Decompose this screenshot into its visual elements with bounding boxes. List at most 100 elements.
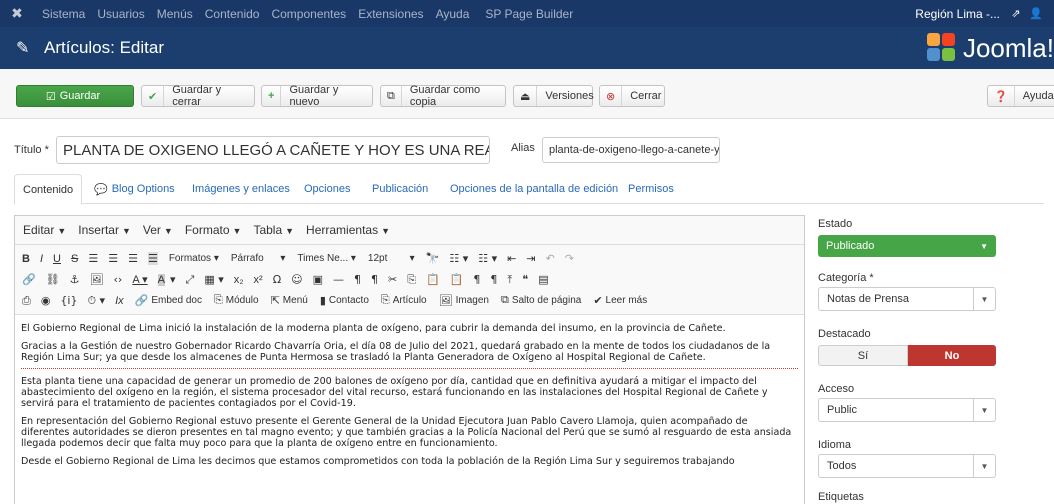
readmore-button[interactable]: ✔ Leer más bbox=[593, 294, 647, 307]
editor-menu-insertar[interactable]: Insertar ▼ bbox=[78, 223, 131, 237]
menu-button[interactable]: ⇱ Menú bbox=[271, 294, 308, 307]
text-color-icon[interactable]: A ▾ bbox=[132, 273, 147, 286]
blockquote-icon[interactable]: ❝ bbox=[522, 273, 528, 286]
editor-menu-editar[interactable]: Editar ▼ bbox=[23, 223, 66, 237]
align-justify-icon[interactable]: ☰ bbox=[147, 252, 158, 265]
idioma-select[interactable]: Todos ▼ bbox=[818, 454, 996, 478]
chevron-down-icon: ▼ bbox=[973, 288, 995, 310]
save-copy-button[interactable]: ⧉ Guardar como copia bbox=[380, 84, 506, 108]
cut-icon[interactable]: ✂ bbox=[388, 273, 397, 286]
copy-icon[interactable]: ⎘ bbox=[407, 273, 416, 287]
menu-usuarios[interactable]: Usuarios bbox=[97, 7, 144, 21]
print-icon[interactable]: ⎙ bbox=[22, 294, 31, 308]
superscript-icon[interactable]: x² bbox=[254, 274, 263, 286]
categoria-select[interactable]: Notas de Prensa ▼ bbox=[818, 287, 996, 311]
paste-icon[interactable]: 📋 bbox=[426, 273, 440, 286]
editor-menu-herramientas[interactable]: Herramientas ▼ bbox=[306, 223, 390, 237]
block-format-dropdown[interactable]: Párrafo ▾ bbox=[231, 253, 286, 264]
image-icon[interactable]: 🖼 bbox=[90, 273, 104, 286]
paste-text-icon[interactable]: 📋 bbox=[450, 273, 464, 286]
tab-publicacion[interactable]: Publicación bbox=[364, 174, 436, 204]
redo-icon[interactable]: ↷ bbox=[565, 252, 574, 265]
template-icon[interactable]: ▤ bbox=[538, 273, 548, 286]
editor-menu-ver[interactable]: Ver ▼ bbox=[143, 223, 173, 237]
menu-extensiones[interactable]: Extensiones bbox=[358, 7, 423, 21]
italic-icon[interactable]: I bbox=[40, 253, 43, 265]
numbered-list-icon[interactable]: ☷ ▾ bbox=[478, 252, 497, 265]
hr-icon[interactable]: — bbox=[333, 273, 344, 286]
paragraph-icon[interactable]: ¶ bbox=[473, 273, 480, 286]
help-button[interactable]: ❓ Ayuda bbox=[987, 85, 1054, 107]
save-button[interactable]: ☑ Guardar bbox=[16, 85, 134, 107]
menu-sistema[interactable]: Sistema bbox=[42, 7, 85, 21]
save-new-button[interactable]: + Guardar y nuevo bbox=[261, 84, 373, 108]
destacado-si-option[interactable]: Sí bbox=[818, 345, 908, 366]
bullet-list-icon[interactable]: ☷ ▾ bbox=[449, 252, 468, 265]
tab-permisos[interactable]: Permisos bbox=[620, 174, 682, 204]
user-icon[interactable]: 👤 bbox=[1026, 7, 1046, 20]
versions-button[interactable]: ⏏ Versiones bbox=[513, 85, 594, 107]
image-button[interactable]: 🖼 Imagen bbox=[439, 294, 489, 307]
tab-blog-options[interactable]: 💬 Blog Options bbox=[86, 174, 183, 204]
rtl-icon[interactable]: ¶ bbox=[371, 273, 378, 286]
formats-dropdown[interactable]: Formatos ▾ bbox=[169, 253, 219, 264]
module-button[interactable]: ⎘ Módulo bbox=[214, 294, 259, 307]
ltr-icon[interactable]: ¶ bbox=[354, 273, 361, 286]
editor-menu-tabla[interactable]: Tabla ▼ bbox=[253, 223, 294, 237]
destacado-no-option[interactable]: No bbox=[908, 345, 996, 366]
find-replace-icon[interactable]: 🔭 bbox=[426, 252, 440, 265]
menu-contenido[interactable]: Contenido bbox=[205, 7, 260, 21]
outdent-icon[interactable]: ⇤ bbox=[507, 252, 516, 265]
anchor-icon[interactable]: ⚓ bbox=[70, 273, 80, 286]
close-button[interactable]: ⊗ Cerrar bbox=[599, 85, 665, 107]
align-right-icon[interactable]: ☰ bbox=[128, 252, 138, 265]
align-left-icon[interactable]: ☰ bbox=[88, 252, 98, 265]
special-char-icon[interactable]: Ω bbox=[273, 273, 281, 286]
align-center-icon[interactable]: ☰ bbox=[108, 252, 118, 265]
tab-opciones-pantalla[interactable]: Opciones de la pantalla de edición bbox=[442, 174, 626, 204]
font-size-dropdown[interactable]: 12pt ▾ bbox=[368, 253, 415, 264]
alias-input[interactable]: planta-de-oxigeno-llego-a-canete-y- bbox=[542, 137, 720, 163]
estado-select[interactable]: Publicado ▼ bbox=[818, 235, 996, 257]
editor-content[interactable]: El Gobierno Regional de Lima inició la i… bbox=[15, 315, 804, 482]
strikethrough-icon[interactable]: S bbox=[71, 253, 78, 265]
embed-doc-button[interactable]: 🔗 Embed doc bbox=[135, 294, 202, 307]
emoticon-icon[interactable]: ☺ bbox=[291, 273, 302, 286]
underline-icon[interactable]: U bbox=[53, 253, 61, 265]
table-icon[interactable]: ▦ ▾ bbox=[204, 273, 223, 286]
bold-icon[interactable]: B bbox=[22, 253, 30, 265]
media-icon[interactable]: ▣ bbox=[313, 273, 323, 286]
tab-opciones[interactable]: Opciones bbox=[296, 174, 358, 204]
acceso-select[interactable]: Public ▼ bbox=[818, 398, 996, 422]
external-link-icon[interactable]: ⇗ bbox=[1006, 7, 1026, 20]
article-button[interactable]: ⎘ Artículo bbox=[381, 294, 427, 307]
joomla-logo-icon[interactable]: ✖ bbox=[4, 0, 30, 27]
fullscreen-icon[interactable]: ⤢ bbox=[186, 273, 195, 287]
show-blocks-icon[interactable]: ¶ bbox=[490, 273, 497, 286]
contact-button[interactable]: ▮ Contacto bbox=[320, 294, 369, 307]
code-icon[interactable]: ‹› bbox=[114, 273, 123, 286]
undo-icon[interactable]: ↶ bbox=[546, 252, 555, 265]
menu-sp-page-builder[interactable]: SP Page Builder bbox=[485, 7, 573, 21]
code-sample-icon[interactable]: {i} bbox=[60, 294, 77, 307]
menu-menus[interactable]: Menús bbox=[157, 7, 193, 21]
editor-menu-formato[interactable]: Formato ▼ bbox=[185, 223, 242, 237]
pagebreak-button[interactable]: ⧉ Salto de página bbox=[501, 294, 581, 307]
site-name-link[interactable]: Región Lima -... bbox=[915, 7, 1000, 21]
menu-componentes[interactable]: Componentes bbox=[271, 7, 346, 21]
clear-format-icon[interactable]: Ix bbox=[115, 295, 124, 307]
tab-contenido[interactable]: Contenido bbox=[14, 174, 83, 205]
subscript-icon[interactable]: x₂ bbox=[234, 274, 244, 286]
preview-icon[interactable]: ◉ bbox=[41, 294, 51, 307]
unlink-icon[interactable]: ⛓ bbox=[46, 273, 60, 286]
title-input[interactable]: PLANTA DE OXIGENO LLEGÓ A CAÑETE Y HOY E… bbox=[56, 136, 490, 164]
upload-icon[interactable]: ⤒ bbox=[507, 273, 512, 287]
link-icon[interactable]: 🔗 bbox=[22, 273, 36, 286]
clock-icon[interactable]: ⏱ ▾ bbox=[87, 294, 105, 308]
indent-icon[interactable]: ⇥ bbox=[526, 252, 535, 265]
menu-ayuda[interactable]: Ayuda bbox=[436, 7, 470, 21]
bg-color-icon[interactable]: A bbox=[157, 273, 165, 286]
tab-imagenes-enlaces[interactable]: Imágenes y enlaces bbox=[184, 174, 298, 204]
font-family-dropdown[interactable]: Times Ne... ▾ bbox=[297, 253, 356, 264]
save-close-button[interactable]: ✔ Guardar y cerrar bbox=[141, 84, 255, 108]
